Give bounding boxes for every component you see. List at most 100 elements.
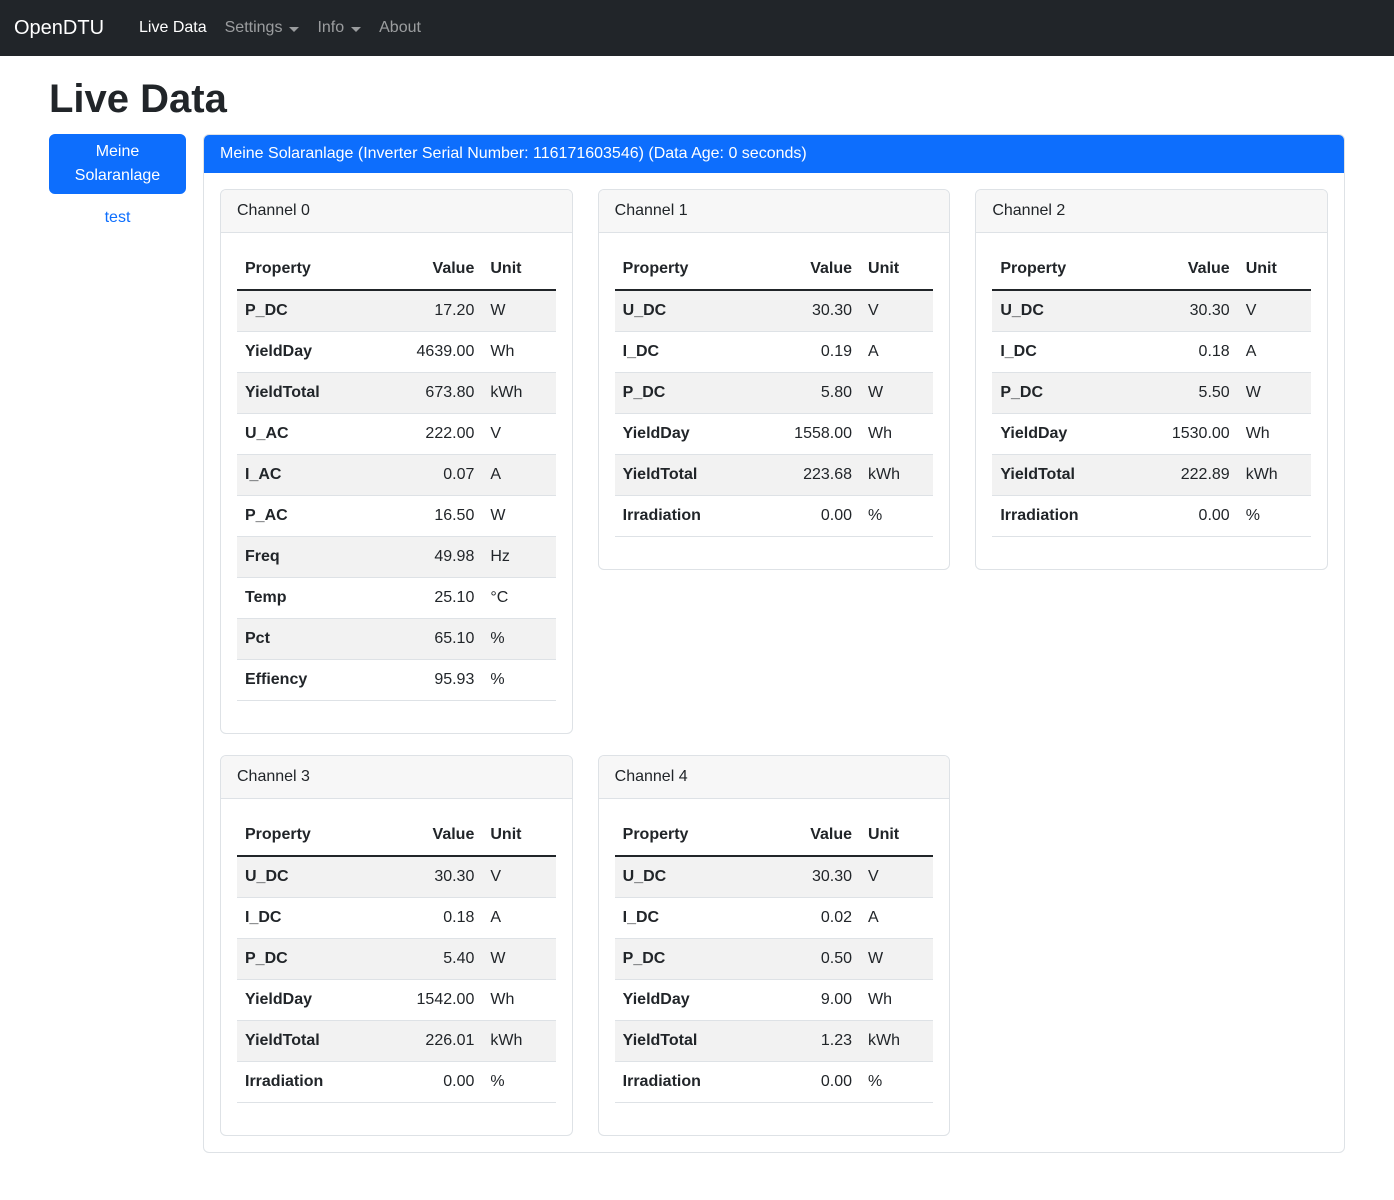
table-row: Irradiation 0.00 % bbox=[992, 496, 1311, 537]
table-row: YieldTotal 673.80 kWh bbox=[237, 373, 556, 414]
property-unit-cell: kWh bbox=[860, 455, 933, 496]
column-header-property: Property bbox=[992, 249, 1132, 290]
channel-card: Channel 0 Property Value Unit P_DC 17.20… bbox=[220, 189, 573, 734]
channel-properties-table: Property Value Unit P_DC 17.20 W YieldDa… bbox=[237, 249, 556, 701]
table-row: U_DC 30.30 V bbox=[237, 856, 556, 898]
table-row: Irradiation 0.00 % bbox=[615, 496, 934, 537]
property-name-cell: I_DC bbox=[992, 332, 1132, 373]
table-row: Irradiation 0.00 % bbox=[615, 1062, 934, 1103]
column-header-property: Property bbox=[237, 249, 377, 290]
property-value-cell: 0.18 bbox=[377, 898, 482, 939]
table-header-row: Property Value Unit bbox=[615, 815, 934, 856]
nav-item-about[interactable]: About bbox=[370, 11, 430, 45]
property-unit-cell: °C bbox=[482, 578, 555, 619]
property-value-cell: 1542.00 bbox=[377, 980, 482, 1021]
table-row: YieldDay 1530.00 Wh bbox=[992, 414, 1311, 455]
nav-item-info[interactable]: Info bbox=[308, 11, 370, 45]
property-unit-cell: W bbox=[482, 496, 555, 537]
table-row: Freq 49.98 Hz bbox=[237, 537, 556, 578]
property-unit-cell: kWh bbox=[482, 1021, 555, 1062]
brand-logo[interactable]: OpenDTU bbox=[14, 17, 104, 40]
property-unit-cell: A bbox=[482, 898, 555, 939]
column-header-unit: Unit bbox=[482, 815, 555, 856]
table-row: YieldTotal 1.23 kWh bbox=[615, 1021, 934, 1062]
property-unit-cell: A bbox=[860, 332, 933, 373]
property-name-cell: P_DC bbox=[237, 939, 377, 980]
sidebar-link-test[interactable]: test bbox=[49, 209, 186, 227]
property-unit-cell: Hz bbox=[482, 537, 555, 578]
table-row: P_DC 0.50 W bbox=[615, 939, 934, 980]
property-name-cell: U_DC bbox=[237, 856, 377, 898]
property-name-cell: YieldTotal bbox=[615, 1021, 755, 1062]
table-header-row: Property Value Unit bbox=[237, 815, 556, 856]
property-name-cell: P_DC bbox=[615, 373, 755, 414]
property-value-cell: 30.30 bbox=[755, 290, 860, 332]
table-row: Effiency 95.93 % bbox=[237, 660, 556, 701]
property-unit-cell: % bbox=[860, 496, 933, 537]
property-name-cell: Effiency bbox=[237, 660, 377, 701]
property-value-cell: 65.10 bbox=[377, 619, 482, 660]
property-value-cell: 0.18 bbox=[1133, 332, 1238, 373]
property-name-cell: U_DC bbox=[615, 856, 755, 898]
property-unit-cell: Wh bbox=[1238, 414, 1311, 455]
property-unit-cell: % bbox=[860, 1062, 933, 1103]
nav-item-live-data[interactable]: Live Data bbox=[130, 11, 216, 45]
channel-card: Channel 3 Property Value Unit U_DC 30.30… bbox=[220, 755, 573, 1136]
inverter-panel-body: Channel 0 Property Value Unit P_DC 17.20… bbox=[204, 173, 1344, 1152]
table-row: P_DC 5.40 W bbox=[237, 939, 556, 980]
property-value-cell: 4639.00 bbox=[377, 332, 482, 373]
property-unit-cell: kWh bbox=[482, 373, 555, 414]
property-value-cell: 223.68 bbox=[755, 455, 860, 496]
channel-card: Channel 4 Property Value Unit U_DC 30.30… bbox=[598, 755, 951, 1136]
property-value-cell: 222.89 bbox=[1133, 455, 1238, 496]
property-name-cell: YieldDay bbox=[992, 414, 1132, 455]
table-row: I_AC 0.07 A bbox=[237, 455, 556, 496]
property-value-cell: 0.00 bbox=[755, 496, 860, 537]
top-navbar: OpenDTU Live Data Settings Info About bbox=[0, 0, 1394, 56]
property-unit-cell: Wh bbox=[860, 414, 933, 455]
property-unit-cell: kWh bbox=[1238, 455, 1311, 496]
property-unit-cell: V bbox=[482, 414, 555, 455]
property-name-cell: P_DC bbox=[237, 290, 377, 332]
property-name-cell: YieldDay bbox=[615, 414, 755, 455]
property-value-cell: 25.10 bbox=[377, 578, 482, 619]
property-value-cell: 0.07 bbox=[377, 455, 482, 496]
property-name-cell: U_DC bbox=[615, 290, 755, 332]
property-value-cell: 0.00 bbox=[1133, 496, 1238, 537]
nav-item-settings[interactable]: Settings bbox=[216, 11, 309, 45]
property-unit-cell: A bbox=[860, 898, 933, 939]
property-name-cell: YieldDay bbox=[237, 980, 377, 1021]
property-name-cell: YieldDay bbox=[615, 980, 755, 1021]
column-header-unit: Unit bbox=[1238, 249, 1311, 290]
property-value-cell: 30.30 bbox=[377, 856, 482, 898]
property-name-cell: I_DC bbox=[237, 898, 377, 939]
property-name-cell: YieldTotal bbox=[615, 455, 755, 496]
table-row: YieldDay 9.00 Wh bbox=[615, 980, 934, 1021]
table-header-row: Property Value Unit bbox=[237, 249, 556, 290]
channel-properties-table: Property Value Unit U_DC 30.30 V I_DC 0.… bbox=[992, 249, 1311, 537]
property-unit-cell: V bbox=[482, 856, 555, 898]
property-unit-cell: W bbox=[860, 939, 933, 980]
channel-card-body: Property Value Unit U_DC 30.30 V I_DC 0.… bbox=[221, 799, 572, 1135]
property-value-cell: 0.50 bbox=[755, 939, 860, 980]
channel-card-body: Property Value Unit U_DC 30.30 V I_DC 0.… bbox=[976, 233, 1327, 569]
table-row: U_DC 30.30 V bbox=[615, 290, 934, 332]
channel-card: Channel 1 Property Value Unit U_DC 30.30… bbox=[598, 189, 951, 570]
property-unit-cell: % bbox=[482, 660, 555, 701]
property-value-cell: 5.80 bbox=[755, 373, 860, 414]
table-row: Pct 65.10 % bbox=[237, 619, 556, 660]
property-value-cell: 95.93 bbox=[377, 660, 482, 701]
inverter-panel: Meine Solaranlage (Inverter Serial Numbe… bbox=[203, 134, 1345, 1153]
property-unit-cell: V bbox=[1238, 290, 1311, 332]
property-unit-cell: Wh bbox=[482, 332, 555, 373]
property-value-cell: 5.40 bbox=[377, 939, 482, 980]
page-title: Live Data bbox=[49, 77, 1345, 122]
inverter-select-button[interactable]: Meine Solaranlage bbox=[49, 134, 186, 194]
property-name-cell: Temp bbox=[237, 578, 377, 619]
channel-properties-table: Property Value Unit U_DC 30.30 V I_DC 0.… bbox=[615, 815, 934, 1103]
property-name-cell: I_DC bbox=[615, 332, 755, 373]
property-value-cell: 16.50 bbox=[377, 496, 482, 537]
property-unit-cell: % bbox=[482, 619, 555, 660]
property-value-cell: 673.80 bbox=[377, 373, 482, 414]
property-value-cell: 0.00 bbox=[377, 1062, 482, 1103]
